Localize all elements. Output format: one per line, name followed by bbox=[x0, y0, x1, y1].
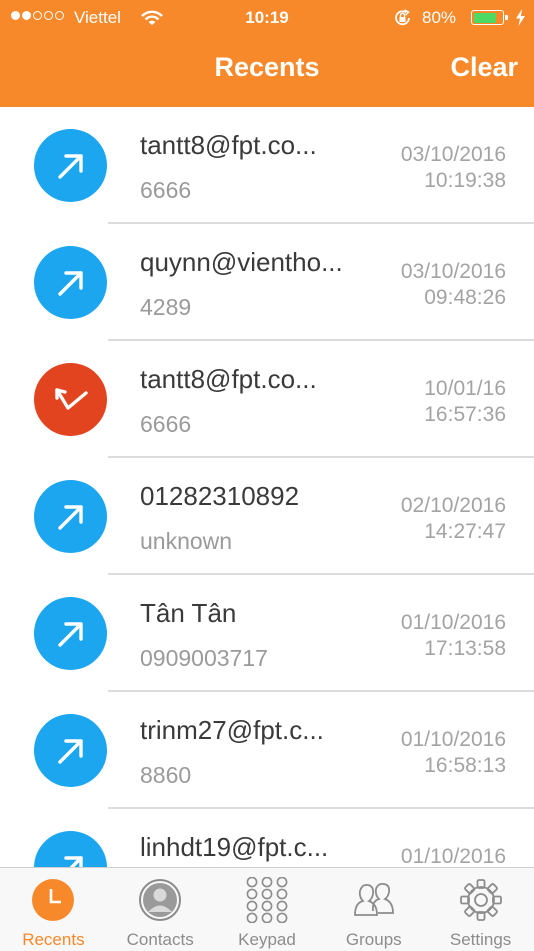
call-row[interactable]: linhdt19@fpt.c... 01/10/2016 bbox=[0, 809, 534, 867]
charging-bolt-icon bbox=[516, 9, 525, 26]
clear-button[interactable]: Clear bbox=[450, 52, 518, 83]
missed-call-icon bbox=[34, 363, 107, 436]
call-row[interactable]: tantt8@fpt.co... 6666 03/10/2016 10:19:38 bbox=[0, 107, 534, 224]
person-icon bbox=[137, 877, 183, 923]
tab-contacts[interactable]: Contacts bbox=[107, 868, 214, 951]
call-time: 16:58:13 bbox=[424, 754, 506, 777]
tab-label: Settings bbox=[449, 930, 512, 949]
call-name: 01282310892 bbox=[140, 481, 300, 511]
call-number: 6666 bbox=[140, 177, 192, 203]
tab-groups[interactable]: Groups bbox=[320, 868, 427, 951]
tab-keypad[interactable]: Keypad bbox=[214, 868, 321, 951]
call-row[interactable]: 01282310892 unknown 02/10/2016 14:27:47 bbox=[0, 458, 534, 575]
tab-bar: Recents Contacts Keypad Groups Settings bbox=[0, 867, 534, 951]
call-name: tantt8@fpt.co... bbox=[140, 130, 317, 160]
outgoing-call-icon bbox=[34, 246, 107, 319]
tab-label: Recents bbox=[22, 930, 85, 949]
call-date: 02/10/2016 bbox=[400, 494, 506, 517]
call-date: 01/10/2016 bbox=[400, 728, 506, 751]
clock-icon bbox=[30, 877, 76, 923]
call-name: trinm27@fpt.c... bbox=[140, 715, 324, 745]
call-number: 8860 bbox=[140, 762, 192, 788]
keypad-icon bbox=[244, 876, 290, 924]
tab-label: Groups bbox=[345, 930, 402, 949]
tab-settings[interactable]: Settings bbox=[427, 868, 534, 951]
call-row[interactable]: Tân Tân 0909003717 01/10/2016 17:13:58 bbox=[0, 575, 534, 692]
tab-recents[interactable]: Recents bbox=[0, 868, 107, 951]
call-name: linhdt19@fpt.c... bbox=[140, 832, 329, 862]
call-time: 17:13:58 bbox=[424, 637, 506, 660]
tab-label: Contacts bbox=[126, 930, 194, 949]
outgoing-call-icon bbox=[34, 831, 107, 867]
call-row[interactable]: tantt8@fpt.co... 6666 10/01/16 16:57:36 bbox=[0, 341, 534, 458]
outgoing-call-icon bbox=[34, 714, 107, 787]
call-number: 0909003717 bbox=[140, 645, 268, 671]
call-number: unknown bbox=[140, 528, 233, 554]
call-date: 03/10/2016 bbox=[400, 143, 506, 166]
outgoing-call-icon bbox=[34, 597, 107, 670]
orientation-lock-icon bbox=[395, 9, 410, 26]
call-time: 14:27:47 bbox=[424, 520, 506, 543]
call-number: 6666 bbox=[140, 411, 192, 437]
call-name: quynn@vientho... bbox=[140, 247, 343, 277]
call-date: 01/10/2016 bbox=[400, 845, 506, 867]
call-date: 10/01/16 bbox=[424, 377, 506, 400]
call-time: 10:19:38 bbox=[424, 169, 506, 192]
signal-strength-icon bbox=[11, 11, 64, 20]
call-name: tantt8@fpt.co... bbox=[140, 364, 317, 394]
call-time: 09:48:26 bbox=[424, 286, 506, 309]
wifi-icon bbox=[141, 10, 163, 25]
outgoing-call-icon bbox=[34, 129, 107, 202]
gear-icon bbox=[458, 877, 504, 923]
battery-percent: 80% bbox=[422, 8, 457, 27]
carrier-name: Viettel bbox=[74, 8, 121, 27]
recents-list[interactable]: tantt8@fpt.co... 6666 03/10/2016 10:19:38 qu… bbox=[0, 107, 534, 867]
call-name: Tân Tân bbox=[140, 598, 237, 628]
call-row[interactable]: trinm27@fpt.c... 8860 01/10/2016 16:58:13 bbox=[0, 692, 534, 809]
outgoing-call-icon bbox=[34, 480, 107, 553]
battery-icon bbox=[471, 10, 508, 25]
tab-label: Keypad bbox=[238, 930, 296, 949]
nav-bar: Viettel 10:19 80% Recents Clear bbox=[0, 0, 534, 107]
call-row[interactable]: quynn@vientho... 4289 03/10/2016 09:48:26 bbox=[0, 224, 534, 341]
group-icon bbox=[351, 877, 397, 923]
call-number: 4289 bbox=[140, 294, 192, 320]
call-date: 01/10/2016 bbox=[400, 611, 506, 634]
call-time: 16:57:36 bbox=[424, 403, 506, 426]
call-date: 03/10/2016 bbox=[400, 260, 506, 283]
status-bar: Viettel 10:19 80% bbox=[0, 0, 534, 36]
